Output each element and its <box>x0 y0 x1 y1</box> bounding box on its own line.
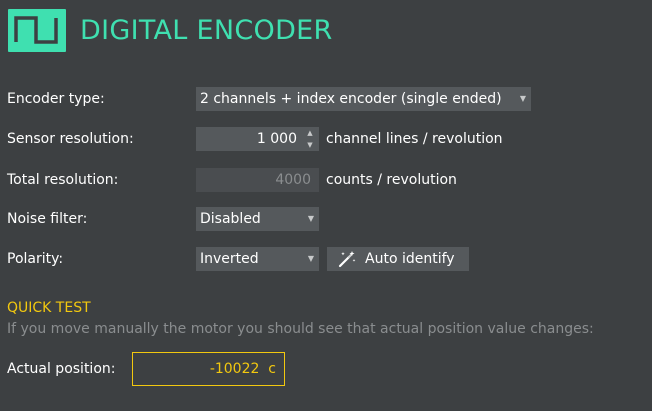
spin-up-icon[interactable]: ▲ <box>307 128 312 138</box>
chevron-down-icon: ▼ <box>307 214 314 223</box>
quick-test-title: QUICK TEST <box>7 300 91 316</box>
sensor-resolution-value: 1 000 <box>256 131 297 147</box>
noise-filter-select[interactable]: Disabled ▼ <box>196 207 319 231</box>
auto-identify-button[interactable]: Auto identify <box>327 247 469 271</box>
header: DIGITAL ENCODER <box>8 8 333 52</box>
total-resolution-field: 4000 <box>196 168 319 192</box>
square-wave-icon <box>8 8 66 52</box>
chevron-down-icon: ▼ <box>307 254 314 263</box>
magic-wand-icon <box>337 250 357 268</box>
total-resolution-unit: counts / revolution <box>326 172 457 188</box>
sensor-resolution-spinbox[interactable]: 1 000 ▲ ▼ <box>196 127 319 151</box>
noise-filter-value: Disabled <box>200 211 261 227</box>
spin-down-icon[interactable]: ▼ <box>307 140 312 150</box>
polarity-select[interactable]: Inverted ▼ <box>196 247 319 271</box>
quick-test-hint: If you move manually the motor you shoul… <box>7 321 594 337</box>
total-resolution-label: Total resolution: <box>7 172 119 188</box>
sensor-resolution-label: Sensor resolution: <box>7 131 134 147</box>
encoder-type-select[interactable]: 2 channels + index encoder (single ended… <box>196 87 531 111</box>
encoder-type-label: Encoder type: <box>7 91 105 107</box>
page-title: DIGITAL ENCODER <box>80 14 333 46</box>
encoder-type-value: 2 channels + index encoder (single ended… <box>200 91 502 107</box>
actual-position-label: Actual position: <box>7 361 116 377</box>
chevron-down-icon: ▼ <box>519 94 526 103</box>
actual-position-value: -10022 c <box>209 361 276 377</box>
auto-identify-label: Auto identify <box>365 251 455 267</box>
polarity-value: Inverted <box>200 251 259 267</box>
noise-filter-label: Noise filter: <box>7 211 88 227</box>
polarity-label: Polarity: <box>7 251 64 267</box>
sensor-resolution-unit: channel lines / revolution <box>326 131 503 147</box>
actual-position-display: -10022 c <box>132 352 285 386</box>
